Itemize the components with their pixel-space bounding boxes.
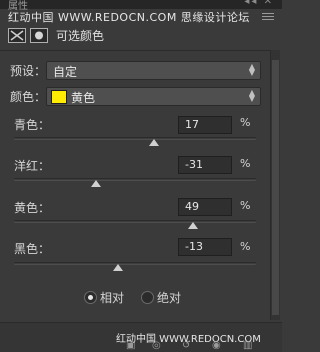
radio-relative[interactable] <box>84 291 97 304</box>
panel-title: 可选颜色 <box>56 29 105 43</box>
trash-icon[interactable]: ▥ <box>243 340 252 351</box>
slider-black-track[interactable] <box>14 262 256 265</box>
slider-magenta-value: -31 <box>185 158 203 171</box>
preset-value: 自定 <box>53 65 78 79</box>
slider-black-label: 黑色： <box>14 242 51 256</box>
slider-yellow-track[interactable] <box>14 220 256 223</box>
slider-cyan-value: 17 <box>185 118 199 131</box>
radio-absolute[interactable] <box>141 291 154 304</box>
panel-titlebar: 属性 ◂◂ ✕ <box>0 0 282 12</box>
watermark-top: 红动中国 WWW.REDOCN.COM 思缘设计论坛 <box>8 11 250 24</box>
clip-icon[interactable]: ▣ <box>126 340 135 351</box>
slider-magenta-handle[interactable] <box>91 180 102 187</box>
slider-yellow-handle[interactable] <box>188 222 199 229</box>
visibility-icon[interactable]: ◉ <box>212 340 221 351</box>
slider-black-value: -13 <box>185 240 203 253</box>
panel-menu-icon[interactable] <box>262 13 274 21</box>
colors-value: 黄色 <box>71 91 96 105</box>
slider-cyan-label: 青色： <box>14 118 51 132</box>
panel-scrollbar[interactable] <box>270 50 280 320</box>
slider-cyan-input[interactable]: 17 <box>178 116 232 134</box>
slider-yellow-label: 黄色： <box>14 201 51 215</box>
slider-yellow-value: 49 <box>185 200 199 213</box>
layer-mask-icon[interactable] <box>30 28 48 43</box>
scrollbar-thumb[interactable] <box>272 60 279 315</box>
view-previous-icon[interactable]: ◎ <box>152 340 161 351</box>
dropdown-arrows-icon: ▲ ▼ <box>248 88 255 103</box>
slider-cyan-handle[interactable] <box>149 139 160 146</box>
slider-black-input[interactable]: -13 <box>178 238 232 256</box>
colors-label: 颜色： <box>10 90 47 104</box>
adjustment-type-icon[interactable] <box>8 28 26 43</box>
slider-magenta-label: 洋红： <box>14 159 51 173</box>
slider-cyan-unit: % <box>240 116 251 129</box>
radio-relative-label[interactable]: 相对 <box>100 289 124 306</box>
reset-icon[interactable]: ↺ <box>182 340 190 351</box>
preset-label: 预设： <box>10 64 47 78</box>
slider-black-handle[interactable] <box>113 264 124 271</box>
slider-magenta-track[interactable] <box>14 178 256 181</box>
slider-yellow-unit: % <box>240 199 251 212</box>
radio-absolute-label[interactable]: 绝对 <box>157 289 181 306</box>
colors-dropdown[interactable]: 黄色 ▲ ▼ <box>46 87 261 106</box>
color-swatch <box>51 90 67 104</box>
slider-cyan-track[interactable] <box>14 137 256 140</box>
slider-yellow-input[interactable]: 49 <box>178 198 232 216</box>
slider-magenta-unit: % <box>240 157 251 170</box>
dropdown-arrows-icon: ▲ ▼ <box>248 62 255 77</box>
slider-magenta-input[interactable]: -31 <box>178 156 232 174</box>
preset-dropdown[interactable]: 自定 ▲ ▼ <box>46 61 261 80</box>
slider-black-unit: % <box>240 240 251 253</box>
header-divider <box>0 50 271 51</box>
panel-window-controls[interactable]: ◂◂ ✕ <box>244 0 274 7</box>
